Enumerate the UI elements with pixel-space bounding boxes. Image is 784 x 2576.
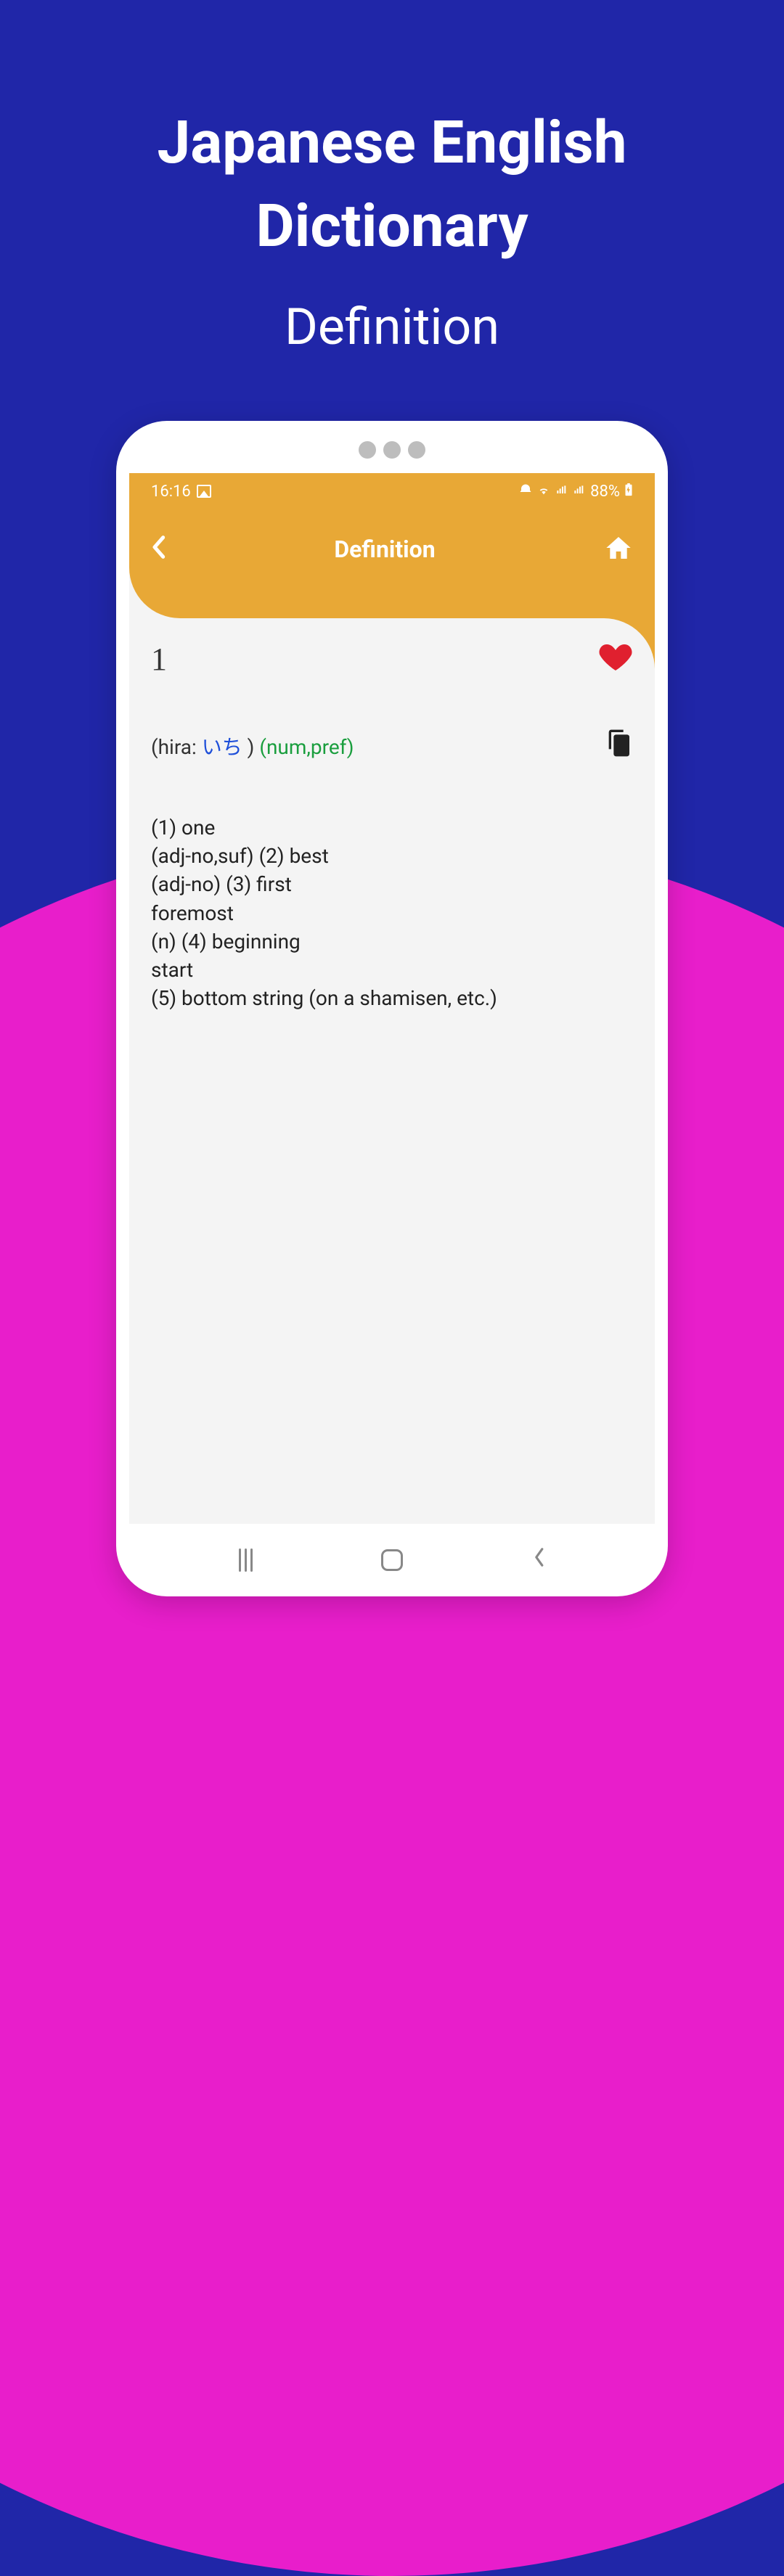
reading-hiragana: いち (202, 735, 242, 759)
status-bar: 16:16 88% (129, 473, 655, 509)
picture-icon (197, 485, 211, 498)
app-title: Definition (334, 536, 435, 563)
header: 16:16 88% (129, 473, 655, 618)
battery-icon (624, 483, 633, 501)
app-bar: Definition (129, 509, 655, 589)
home-button[interactable] (604, 533, 633, 565)
status-time: 16:16 (151, 483, 191, 501)
phone-frame: 16:16 88% (116, 421, 668, 1596)
wifi-icon (536, 483, 551, 501)
part-of-speech: (num,pref) (259, 735, 354, 759)
nav-back-button[interactable] (531, 1544, 546, 1576)
promo-title: Japanese English Dictionary (0, 102, 784, 268)
nav-home-button[interactable] (381, 1549, 403, 1571)
copy-button[interactable] (604, 729, 633, 763)
signal-icon (555, 483, 568, 501)
promo-title-line1: Japanese English (157, 108, 626, 178)
screen: 16:16 88% (129, 473, 655, 1524)
reading-close: ) (242, 735, 260, 759)
speaker-dots (359, 441, 425, 459)
definitions: (1) one (adj-no,suf) (2) best (adj-no) (… (151, 813, 633, 1012)
favorite-button[interactable] (598, 640, 633, 678)
signal-icon-2 (573, 483, 586, 501)
content-area: 1 (hira: いち ) (num,pref) (1) one (adj-no… (129, 618, 655, 1012)
reading-line: (hira: いち ) (num,pref) (151, 731, 354, 760)
promo-title-line2: Dictionary (256, 192, 528, 261)
alarm-icon (519, 483, 532, 501)
headword: 1 (151, 641, 167, 678)
back-button[interactable] (151, 533, 166, 567)
reading-prefix: (hira: (151, 735, 202, 759)
status-battery: 88% (590, 483, 620, 501)
promo-subtitle: Definition (0, 298, 784, 357)
nav-recents-button[interactable] (239, 1549, 253, 1572)
system-nav-bar (116, 1524, 668, 1596)
